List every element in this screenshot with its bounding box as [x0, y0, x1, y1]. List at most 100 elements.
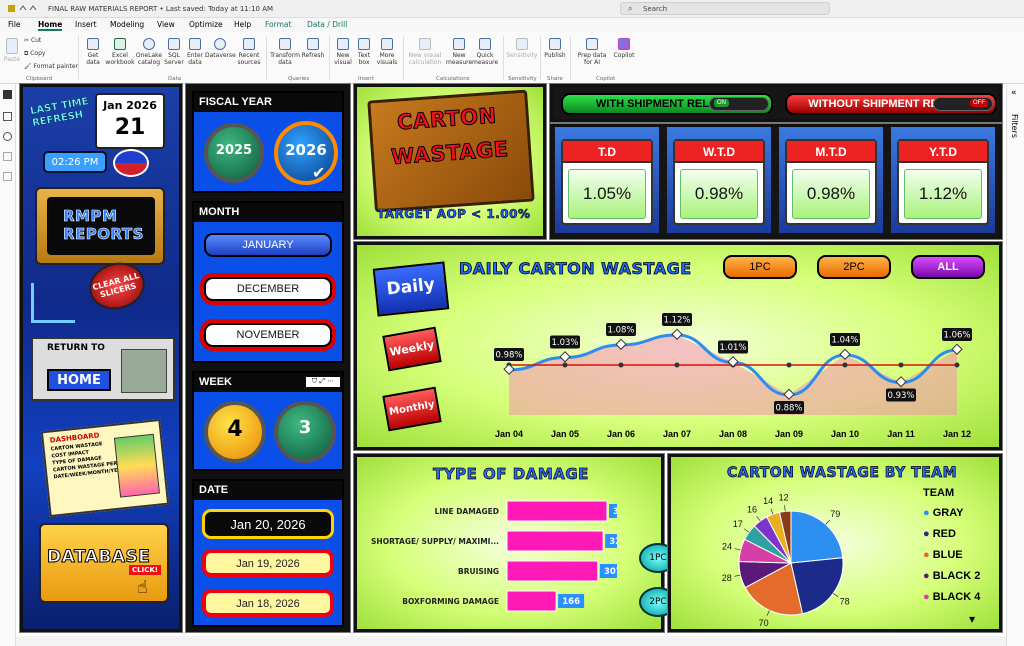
pie-value-label: 78 — [840, 596, 850, 606]
excel-workbook-button[interactable]: Excel workbook — [105, 38, 135, 66]
bar-value-label: 166 — [562, 597, 580, 607]
legend-item[interactable]: ● BLACK 2 — [923, 570, 1003, 591]
publish-icon — [549, 38, 561, 50]
prep-data-ai-button[interactable]: Prep data for AI — [573, 38, 611, 66]
refresh-button[interactable]: Refresh — [300, 38, 326, 59]
without-shipment-switch[interactable]: OFF — [933, 97, 993, 111]
menu-modeling[interactable]: Modeling — [110, 20, 144, 29]
team-legend: ● GRAY ● RED ● BLUE ● BLACK 2 ● BLACK 4 — [923, 507, 1003, 612]
tmdl-view-icon[interactable] — [3, 172, 12, 181]
rmpm-reports-button[interactable]: RMPM REPORTS — [35, 187, 165, 265]
dataverse-button[interactable]: Dataverse — [205, 38, 236, 59]
return-home-button[interactable]: RETURN TO HOME — [31, 337, 175, 401]
year-2026-button[interactable]: 2026 — [274, 121, 338, 185]
table-view-icon[interactable] — [3, 112, 12, 121]
dashboard-book-button[interactable]: DASHBOARD CARTON WASTAGE COST IMPACT TYP… — [40, 418, 170, 518]
monthly-tab-button[interactable]: Monthly — [382, 386, 442, 432]
pie-value-label: 70 — [759, 618, 769, 628]
date-jan-18-button[interactable]: Jan 18, 2026 — [202, 589, 334, 617]
paste-button[interactable]: Paste — [3, 38, 21, 63]
month-november-button[interactable]: NOVEMBER — [204, 323, 332, 347]
pie-value-label: 24 — [722, 542, 732, 552]
menu-help[interactable]: Help — [234, 20, 251, 29]
menu-view[interactable]: View — [157, 20, 175, 29]
database-button[interactable]: DATABASE CLICK! ☝ — [39, 523, 169, 603]
quick-access-icons[interactable] — [8, 3, 38, 14]
textbox-icon — [358, 38, 370, 50]
menu-insert[interactable]: Insert — [75, 20, 97, 29]
menu-file[interactable]: File — [8, 20, 21, 29]
pie-value-label: 79 — [830, 509, 840, 519]
report-view-icon[interactable] — [3, 90, 12, 99]
target-point — [898, 362, 904, 368]
legend-scroll-down-icon[interactable]: ▼ — [969, 615, 975, 624]
type-of-damage-panel: TYPE OF DAMAGE LINE DAMAGED 338 SHORTAGE/ … — [354, 454, 677, 632]
recent-sources-button[interactable]: Recent sources — [235, 38, 263, 66]
new-visual-button[interactable]: New visual — [332, 38, 354, 66]
legend-item[interactable]: ● RED — [923, 528, 1003, 549]
new-measure-button[interactable]: New measure — [446, 38, 472, 66]
menu-data-drill[interactable]: Data / Drill — [307, 20, 347, 29]
data-label: 0.93% — [887, 391, 914, 401]
window-title: FINAL RAW MATERIALS REPORT • Last saved:… — [48, 5, 274, 13]
prep-icon — [586, 38, 598, 50]
format-painter-button[interactable]: 🖌 Format painter — [24, 63, 78, 70]
weekly-tab-button[interactable]: Weekly — [382, 326, 442, 372]
daily-filter-1pc[interactable]: 1PC — [723, 255, 797, 279]
menu-format[interactable]: Format — [265, 20, 291, 29]
daily-filter-all[interactable]: ALL — [911, 255, 985, 279]
copilot-button[interactable]: Copilot — [612, 38, 636, 59]
philippines-flag-icon — [113, 149, 149, 177]
bar — [506, 560, 599, 582]
copilot-icon — [618, 38, 630, 50]
model-view-icon[interactable] — [3, 132, 12, 141]
month-january-button[interactable]: JANUARY — [204, 233, 332, 257]
pie-leader — [784, 505, 786, 512]
onelake-catalog-button[interactable]: OneLake catalog — [134, 38, 164, 66]
week-4-button[interactable]: 4 — [204, 401, 266, 463]
filter-icon[interactable]: ⛉ ⤢ ⋯ — [306, 377, 340, 387]
enter-data-button[interactable]: Enter data — [185, 38, 205, 66]
shipment-toggle-bar: WITH SHIPMENT RELATED ON WITHOUT SHIPMEN… — [550, 84, 1002, 122]
daily-filter-2pc[interactable]: 2PC — [817, 255, 891, 279]
date-jan-20-button[interactable]: Jan 20, 2026 — [202, 509, 334, 539]
search-input[interactable]: ⌕ Search — [620, 2, 830, 15]
expand-icon[interactable]: « — [1011, 88, 1017, 98]
week-3-button[interactable]: 3 — [274, 401, 336, 463]
daily-tab-button[interactable]: Daily — [372, 261, 450, 317]
x-tick-label: Jan 04 — [495, 429, 523, 439]
sensitivity-button[interactable]: Sensitivity — [506, 38, 538, 59]
daily-title: DAILY CARTON WASTAGE — [459, 259, 692, 279]
pie-value-label: 16 — [747, 505, 757, 515]
new-visual-calculation-button[interactable]: New visual calculation — [406, 38, 444, 66]
database-icon — [87, 38, 99, 50]
dax-view-icon[interactable] — [3, 152, 12, 161]
copy-button[interactable]: ⧉ Copy — [24, 50, 45, 57]
daily-wastage-panel: DAILY CARTON WASTAGE Daily Weekly Monthl… — [354, 242, 1002, 450]
legend-item[interactable]: ● BLUE — [923, 549, 1003, 570]
pie-leader — [734, 548, 741, 551]
sql-server-button[interactable]: SQL Server — [164, 38, 184, 66]
date-jan-19-button[interactable]: Jan 19, 2026 — [202, 549, 334, 577]
more-visuals-button[interactable]: More visuals — [374, 38, 400, 66]
get-data-button[interactable]: Get data — [82, 38, 104, 66]
with-shipment-switch[interactable]: ON — [709, 97, 769, 111]
text-box-button[interactable]: Text box — [354, 38, 374, 66]
pie-leader — [756, 515, 761, 522]
publish-button[interactable]: Publish — [543, 38, 567, 59]
quick-measure-button[interactable]: Quick measure — [472, 38, 498, 66]
legend-item[interactable]: ● GRAY — [923, 507, 1003, 528]
month-december-button[interactable]: DECEMBER — [204, 277, 332, 301]
cut-button[interactable]: ✂ Cut — [24, 37, 41, 44]
transform-data-button[interactable]: Transform data — [270, 38, 300, 66]
menu-home[interactable]: Home — [38, 20, 63, 31]
legend-item[interactable]: ● BLACK 4 — [923, 591, 1003, 612]
kpi-ytd-value: 1.12% — [904, 169, 982, 219]
clear-all-slicers-button[interactable]: CLEAR ALL SLICERS — [84, 256, 150, 316]
x-tick-label: Jan 06 — [607, 429, 635, 439]
menu-optimize[interactable]: Optimize — [189, 20, 223, 29]
year-2025-button[interactable]: 2025 — [204, 123, 264, 183]
kpi-td-card: T.D 1.05% — [555, 127, 659, 233]
pie-value-label: 17 — [733, 519, 743, 529]
filters-pane-collapsed[interactable]: « Filters — [1006, 84, 1024, 646]
